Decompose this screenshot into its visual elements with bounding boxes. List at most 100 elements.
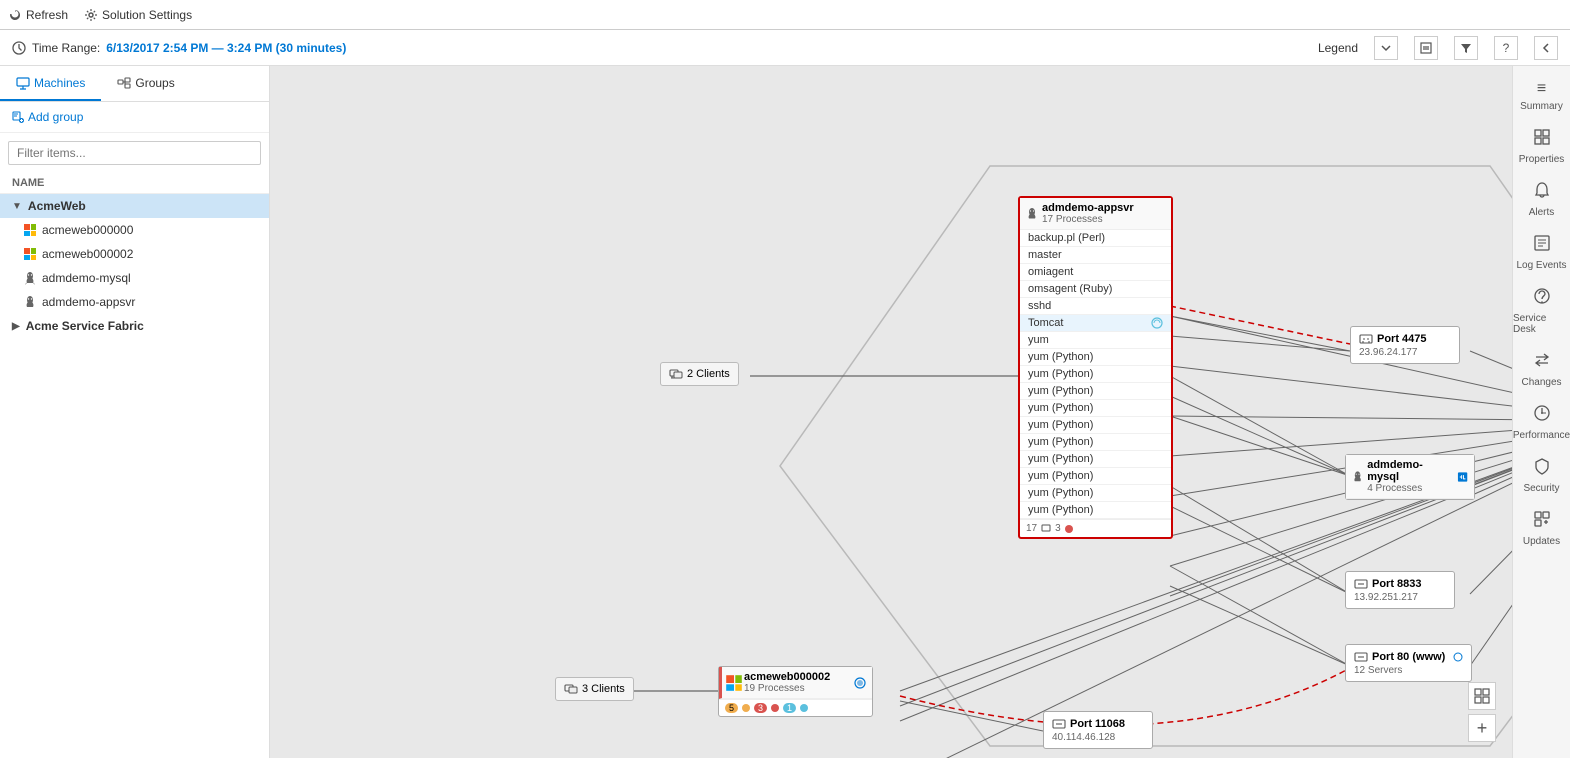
sidebar: Machines Groups Add group xyxy=(0,66,270,758)
windows-icon xyxy=(24,248,36,260)
security-icon xyxy=(1533,457,1551,480)
acmeweb000002-header: acmeweb000002 19 Processes xyxy=(719,667,872,699)
fit-zoom-btn[interactable] xyxy=(1468,682,1496,710)
right-panel-properties[interactable]: Properties xyxy=(1513,122,1570,171)
service-desk-icon xyxy=(1533,287,1551,310)
main-node-admdemo-appsvr[interactable]: admdemo-appsvr 17 Processes backup.pl (P… xyxy=(1018,196,1173,539)
right-panel-summary[interactable]: ≡ Summary xyxy=(1513,74,1570,118)
sidebar-column-header: NAME xyxy=(0,173,269,194)
groups-icon xyxy=(117,76,131,90)
map-connections xyxy=(270,66,1512,758)
tree-item-acmeweb000002[interactable]: acmeweb000002 xyxy=(0,242,269,266)
tree-item-acme-service-fabric[interactable]: ▶ Acme Service Fabric xyxy=(0,314,269,338)
node-acmeweb000002[interactable]: acmeweb000002 19 Processes 5 3 1 xyxy=(718,666,873,717)
right-panel-changes[interactable]: Changes xyxy=(1513,345,1570,394)
port-icon-11068 xyxy=(1052,717,1066,731)
expand-icon-btn[interactable] xyxy=(1374,36,1398,60)
collapse-icon-btn[interactable] xyxy=(1414,36,1438,60)
linux-icon-mysql xyxy=(1352,470,1363,484)
right-panel-service-desk[interactable]: Service Desk xyxy=(1513,281,1570,341)
right-panel-updates[interactable]: Updates xyxy=(1513,504,1570,553)
port-11068[interactable]: Port 11068 40.114.46.128 xyxy=(1043,711,1153,749)
tab-machines[interactable]: Machines xyxy=(0,66,101,101)
windows-icon-node xyxy=(726,675,742,691)
main-node-header: admdemo-appsvr 17 Processes xyxy=(1020,198,1171,230)
node-badge-icon xyxy=(854,677,866,689)
port-8833[interactable]: Port 8833 13.92.251.217 xyxy=(1345,571,1455,609)
mysql-badge-icon xyxy=(1457,471,1468,483)
linux-icon xyxy=(24,271,36,285)
port-icon xyxy=(1359,332,1373,346)
help-icon-btn[interactable]: ? xyxy=(1494,36,1518,60)
clock-icon xyxy=(12,41,26,55)
changes-icon xyxy=(1533,351,1551,374)
client-box-3a: 3 Clients xyxy=(555,677,634,701)
clients-icon-3a xyxy=(564,682,578,696)
www-icon xyxy=(1453,652,1463,662)
tree-item-admdemo-mysql[interactable]: admdemo-mysql xyxy=(0,266,269,290)
port-icon-80 xyxy=(1354,650,1368,664)
solution-settings-label: Solution Settings xyxy=(102,8,192,22)
refresh-label: Refresh xyxy=(26,8,68,22)
node-admdemo-mysql[interactable]: admdemo-mysql 4 Processes xyxy=(1345,454,1475,500)
port-80[interactable]: Port 80 (www) 12 Servers xyxy=(1345,644,1472,682)
performance-icon xyxy=(1533,404,1551,427)
right-panel-alerts[interactable]: Alerts xyxy=(1513,175,1570,224)
add-group-button[interactable]: Add group xyxy=(0,102,269,133)
map-area[interactable]: 2 Clients admdemo-appsvr 17 Processes ba… xyxy=(270,66,1512,758)
port-11068-header: Port 11068 xyxy=(1052,717,1144,731)
warn-dot xyxy=(742,704,750,712)
timebar: Time Range: 6/13/2017 2:54 PM — 3:24 PM … xyxy=(0,30,1570,66)
info-dot xyxy=(800,704,808,712)
filter-input[interactable] xyxy=(8,141,261,165)
zoom-controls: + xyxy=(1468,682,1496,742)
right-panel: ≡ Summary Properties Alerts xyxy=(1512,66,1570,758)
timebar-right: Legend ? xyxy=(1318,36,1558,60)
acmeweb000002-footer: 5 3 1 xyxy=(719,699,872,716)
linux-icon xyxy=(24,295,36,309)
properties-icon xyxy=(1533,128,1551,151)
right-panel-security[interactable]: Security xyxy=(1513,451,1570,500)
legend-button[interactable]: Legend xyxy=(1318,41,1358,55)
port-4475-header: Port 4475 xyxy=(1359,332,1451,346)
refresh-icon xyxy=(8,8,22,22)
collapse-panel-btn[interactable] xyxy=(1534,36,1558,60)
right-panel-log-events[interactable]: Log Events xyxy=(1513,228,1570,277)
filter-icon-btn[interactable] xyxy=(1454,36,1478,60)
tab-groups[interactable]: Groups xyxy=(101,66,190,101)
expand-chevron: ▶ xyxy=(12,321,20,332)
port-8833-header: Port 8833 xyxy=(1354,577,1446,591)
updates-icon xyxy=(1533,510,1551,533)
monitor-small-icon xyxy=(1041,524,1051,534)
mysql-node-header: admdemo-mysql 4 Processes xyxy=(1346,455,1474,499)
linux-node-icon xyxy=(1026,207,1038,221)
clients-icon xyxy=(669,367,683,381)
port-icon-8833 xyxy=(1354,577,1368,591)
sidebar-tree: ▼ AcmeWeb acmeweb000000 acmeweb000002 xyxy=(0,194,269,758)
solution-settings-button[interactable]: Solution Settings xyxy=(84,8,192,22)
add-group-icon xyxy=(12,111,24,123)
port-4475[interactable]: Port 4475 23.96.24.177 xyxy=(1350,326,1460,364)
windows-icon xyxy=(24,224,36,236)
zoom-in-btn[interactable]: + xyxy=(1468,714,1496,742)
tree-item-acmeweb000000[interactable]: acmeweb000000 xyxy=(0,218,269,242)
gear-icon xyxy=(84,8,98,22)
right-panel-performance[interactable]: Performance xyxy=(1513,398,1570,447)
tomcat-icon xyxy=(1151,317,1163,329)
main-node-footer: 17 3 xyxy=(1020,519,1171,537)
client-box-2: 2 Clients xyxy=(660,362,739,386)
monitor-icon xyxy=(16,76,30,90)
time-range: Time Range: 6/13/2017 2:54 PM — 3:24 PM … xyxy=(12,41,346,55)
alerts-icon xyxy=(1533,181,1551,204)
refresh-button[interactable]: Refresh xyxy=(8,8,68,22)
summary-icon: ≡ xyxy=(1537,80,1546,98)
toolbar: Refresh Solution Settings xyxy=(0,0,1570,30)
alert-dot2 xyxy=(771,704,779,712)
port-80-header: Port 80 (www) xyxy=(1354,650,1463,664)
log-events-icon xyxy=(1533,234,1551,257)
tree-item-acmeweb[interactable]: ▼ AcmeWeb xyxy=(0,194,269,218)
sidebar-tabs: Machines Groups xyxy=(0,66,269,102)
expand-chevron: ▼ xyxy=(12,201,22,212)
tree-item-admdemo-appsvr[interactable]: admdemo-appsvr xyxy=(0,290,269,314)
main-layout: Machines Groups Add group xyxy=(0,66,1570,758)
